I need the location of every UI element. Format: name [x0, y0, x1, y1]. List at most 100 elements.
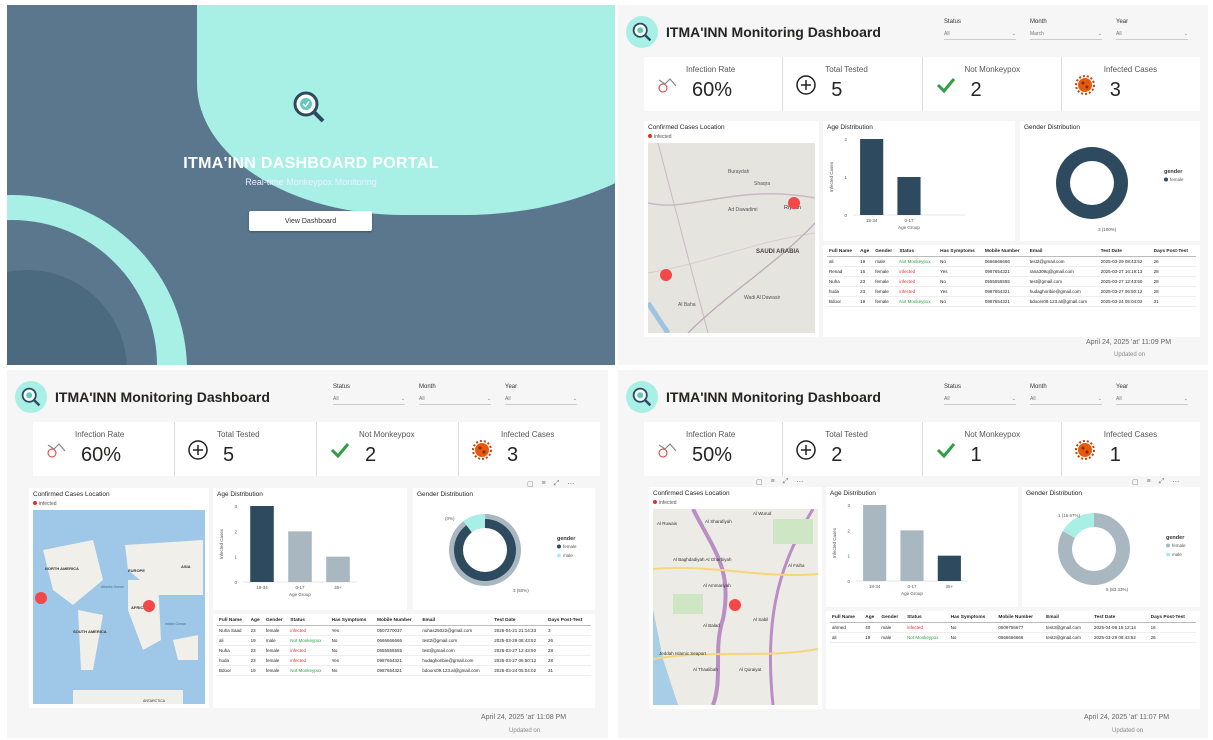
copy-icon[interactable]: ▢ [1132, 478, 1139, 486]
table-row[interactable]: ahmed 40 male infected No 0509755677 test3@gma… [830, 622, 1196, 633]
table-row[interactable]: Nuha 23 female infected No 0555555555 test@gma… [827, 276, 1196, 287]
column-header[interactable]: Test Date [492, 616, 546, 626]
age-bar[interactable] [900, 530, 924, 581]
status-filter[interactable]: Status All ⌄ [333, 384, 405, 405]
focus-mode-icon[interactable]: ⤢ [783, 478, 789, 486]
column-header[interactable]: Mobile Number [982, 247, 1028, 257]
map-canvas[interactable]: Al Ruwais Al Sharafiyah Al Wurud Al Bagh… [653, 509, 818, 705]
column-header[interactable]: Mobile Number [996, 613, 1045, 623]
x-tick-label: 35+ [946, 584, 954, 589]
infected-marker[interactable] [143, 600, 155, 612]
table-cell: 19 [248, 635, 264, 646]
column-header[interactable]: Days Post-Test [1151, 247, 1196, 257]
table-row[interactable]: Renad 16 female infected Yes 0987654321 rana30… [827, 266, 1196, 277]
table-cell: 23 [858, 276, 874, 287]
legend-item[interactable]: female [1170, 177, 1184, 182]
column-header[interactable]: Days Post-Test [1148, 613, 1196, 623]
table-row[interactable]: huda 23 female infected Yes 0987654321 hudagho… [217, 655, 591, 666]
update-date: April 24, 2025 'at' 11:09 PM [1086, 339, 1172, 346]
table-row[interactable]: Bdoor 19 female Not Monkeypox No 0987654321 bd… [827, 296, 1196, 307]
filters: Status All ⌄ Month All ⌄ Year All ⌄ [944, 384, 1188, 405]
focus-mode-icon[interactable]: ⤢ [554, 480, 560, 488]
column-header[interactable]: Age [248, 616, 264, 626]
view-dashboard-button[interactable]: View Dashboard [249, 211, 372, 231]
column-header[interactable]: Email [1027, 247, 1099, 257]
month-filter[interactable]: Month March ⌄ [1030, 19, 1102, 40]
column-header[interactable]: Test Date [1092, 613, 1149, 623]
filter-icon[interactable]: ≡ [771, 478, 775, 486]
column-header[interactable]: Age [858, 247, 874, 257]
column-header[interactable]: Age [863, 613, 880, 623]
column-header[interactable]: Status [288, 616, 330, 626]
column-header[interactable]: Gender [263, 616, 289, 626]
status-filter[interactable]: Status All ⌄ [944, 384, 1016, 405]
infected-marker[interactable] [729, 599, 741, 611]
y-tick-label: 3 [847, 503, 850, 508]
age-bar[interactable] [863, 505, 887, 581]
column-header[interactable]: Days Post-Test [546, 616, 591, 626]
legend-item[interactable]: female [1172, 543, 1186, 548]
column-header[interactable]: Has Symptoms [329, 616, 375, 626]
column-header[interactable]: Full Name [217, 616, 249, 626]
legend-item[interactable]: male [1172, 552, 1182, 557]
status-filter[interactable]: Status All ⌄ [944, 19, 1016, 40]
infected-marker[interactable] [660, 269, 672, 281]
copy-icon[interactable]: ▢ [756, 478, 763, 486]
legend-item[interactable]: male [563, 553, 573, 558]
table-row[interactable]: Bdoor 19 female Not Monkeypox No 0987654321 bd… [217, 665, 591, 676]
column-header[interactable]: Gender [879, 613, 906, 623]
age-bar[interactable] [897, 177, 921, 215]
table-cell: Not Monkeypox [897, 256, 939, 267]
table-row[interactable]: ali 19 male Not Monkeypox No 0666666666 test2@… [830, 632, 1196, 643]
filter-icon[interactable]: ≡ [542, 480, 546, 488]
age-bar[interactable] [937, 555, 961, 581]
column-header[interactable]: Gender [873, 247, 898, 257]
month-filter[interactable]: Month All ⌄ [419, 384, 491, 405]
table-cell: 2025-03-24 05:04:02 [1098, 296, 1152, 307]
more-options-icon[interactable]: ⋯ [1172, 478, 1179, 486]
column-header[interactable]: Email [1044, 613, 1093, 623]
age-bar[interactable] [860, 139, 884, 215]
age-bar[interactable] [326, 556, 350, 582]
column-header[interactable]: Status [905, 613, 949, 623]
table-row[interactable]: huda 23 female infected Yes 0987654321 hudagho… [827, 286, 1196, 297]
dashboard-c: ITMA'INN Monitoring Dashboard Status All ⌄… [618, 370, 1208, 738]
age-bar[interactable] [250, 506, 274, 582]
copy-icon[interactable]: ▢ [527, 480, 534, 488]
column-header[interactable]: Test Date [1098, 247, 1152, 257]
column-header[interactable]: Has Symptoms [938, 247, 983, 257]
y-tick-label: 2 [844, 137, 847, 142]
filter-icon[interactable]: ≡ [1147, 478, 1151, 486]
focus-mode-icon[interactable]: ⤢ [1159, 478, 1165, 486]
column-header[interactable]: Status [897, 247, 939, 257]
more-options-icon[interactable]: ⋯ [796, 478, 803, 486]
year-filter[interactable]: Year All ⌄ [1116, 384, 1188, 405]
column-header[interactable]: Has Symptoms [948, 613, 997, 623]
table-row[interactable]: ali 19 male Not Monkeypox No 0666666666 test2@… [827, 256, 1196, 267]
column-header[interactable]: Full Name [830, 613, 864, 623]
column-header[interactable]: Email [420, 616, 493, 626]
table-row[interactable]: ali 19 male Not Monkeypox No 0666666666 test2@… [217, 635, 591, 646]
infected-marker[interactable] [35, 592, 47, 604]
legend-item[interactable]: female [563, 544, 577, 549]
table-row[interactable]: Nuha 23 female infected No 0555555555 test@gma… [217, 645, 591, 656]
month-filter[interactable]: Month All ⌄ [1030, 384, 1102, 405]
year-filter[interactable]: Year All ⌄ [1116, 19, 1188, 40]
table-row[interactable]: Nuha Saad 23 female infected Yes 0507270037 nu… [217, 625, 591, 636]
infected-marker[interactable] [788, 197, 800, 209]
year-filter[interactable]: Year All ⌄ [505, 384, 577, 405]
age-bar[interactable] [288, 531, 312, 582]
table-cell: 23 [248, 655, 264, 666]
table-cell: 23 [248, 625, 264, 636]
map-card: Confirmed Cases Location infected NORTH … [29, 488, 209, 708]
table-cell: 19 [858, 256, 874, 267]
map-legend: infected [653, 500, 677, 506]
table-cell: 0507270037 [374, 625, 421, 636]
column-header[interactable]: Mobile Number [374, 616, 421, 626]
column-header[interactable]: Full Name [827, 247, 859, 257]
table-cell: hudaghoribie@gmail.com [1027, 286, 1099, 297]
map-canvas[interactable]: NORTH AMERICA EUROPE ASIA AFRICA SOUTH A… [33, 510, 205, 704]
plus-circle-icon [187, 439, 209, 461]
map-canvas[interactable]: Buraydah Shaqra Ad Dawadimi Riyadh SAUDI… [648, 143, 815, 333]
more-options-icon[interactable]: ⋯ [567, 480, 574, 488]
